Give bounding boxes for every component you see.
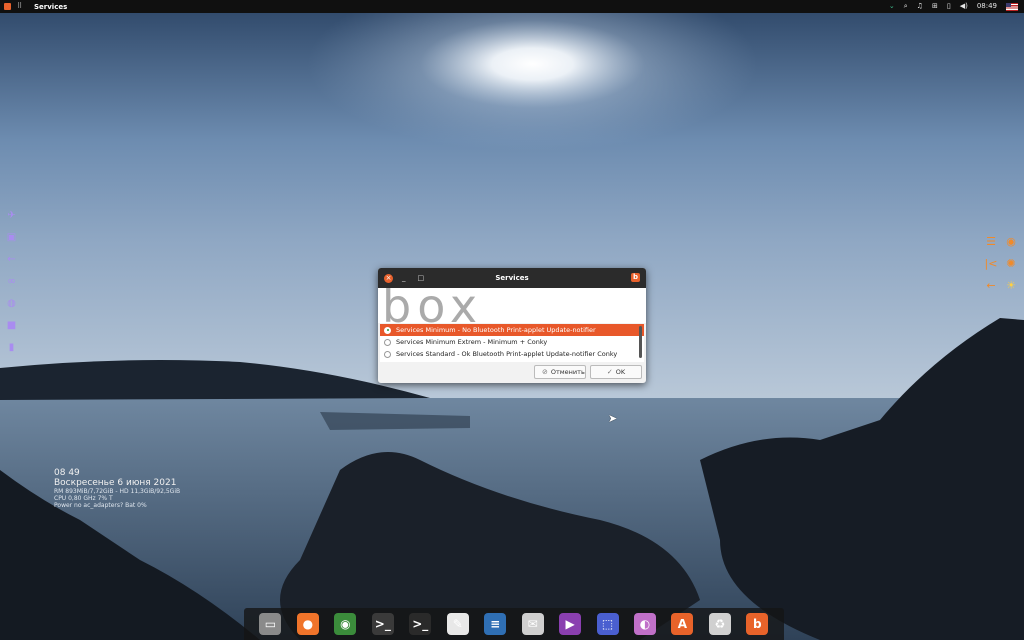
network-icon[interactable]: ⊞ <box>932 2 938 11</box>
cancel-label: Отменить <box>550 368 585 376</box>
list-scrollbar[interactable] <box>639 326 642 358</box>
dock-mail-icon[interactable]: ✉ <box>521 613 544 635</box>
gear-icon[interactable]: ✺ <box>1004 258 1018 270</box>
radio-button[interactable] <box>384 338 391 346</box>
weather-sun-icon[interactable]: ☀ <box>1004 280 1018 292</box>
list-item[interactable]: Services Minimum - No Bluetooth Print-ap… <box>380 324 644 336</box>
radio-button[interactable] <box>384 350 391 358</box>
airplane-icon[interactable]: ✈ <box>6 210 17 221</box>
maximize-icon[interactable]: □ <box>418 274 425 283</box>
radio-button[interactable] <box>384 326 391 334</box>
dock-trash-icon[interactable]: ♻ <box>708 613 731 635</box>
checkmark-icon: ✓ <box>606 368 613 376</box>
conky-date: Воскресенье 6 июня 2021 <box>54 478 177 488</box>
volume-icon[interactable]: ◀) <box>960 2 968 11</box>
option-label: Services Standard - Ok Bluetooth Print-a… <box>396 350 618 358</box>
dock-app-store-icon[interactable]: A <box>671 613 694 635</box>
globe-icon[interactable]: ◍ <box>6 298 17 309</box>
left-launcher: ✈ ▣ ← ∞ ◍ ■ ▮ <box>6 210 17 353</box>
close-icon[interactable]: × <box>384 273 393 283</box>
list-item[interactable]: Services Standard - Ok Bluetooth Print-a… <box>380 348 644 360</box>
dock-document-writer-icon[interactable]: ≡ <box>484 613 507 635</box>
conky-time: 08 49 <box>54 468 80 478</box>
conky-widget: 08 49 Воскресенье 6 июня 2021 RM 893MiB/… <box>54 468 180 509</box>
dock-media-player-icon[interactable]: ▶ <box>559 613 582 635</box>
arrow-left-icon[interactable]: ← <box>6 254 17 265</box>
right-launcher: ☰ ◉ |< ✺ ← ☀ <box>984 236 1018 292</box>
us-flag-icon[interactable] <box>1006 2 1018 11</box>
cancel-button[interactable]: ⊘ Отменить <box>534 365 586 379</box>
ok-label: OK <box>615 368 626 376</box>
dock-text-editor-icon[interactable]: ✎ <box>446 613 469 635</box>
eye-icon[interactable]: ◉ <box>1004 236 1018 248</box>
conky-ram: RM 893MiB/7,72GiB - HD 11,3GiB/92,5GiB <box>54 488 181 495</box>
conky-cpu: CPU 0,80 GHz 7% T <box>54 495 113 502</box>
window-icon[interactable]: ▣ <box>6 232 17 243</box>
app-logo-icon: b <box>631 273 640 282</box>
mouse-cursor-icon: ➤ <box>608 412 618 425</box>
dock-files-icon[interactable]: ▭ <box>259 613 282 635</box>
dock-terminal-alt-icon[interactable]: >_ <box>409 613 432 635</box>
chart-bars-icon[interactable]: ▮ <box>6 342 17 353</box>
dock-firefox-icon[interactable]: ● <box>296 613 319 635</box>
dialog-banner: box <box>378 288 646 323</box>
minimize-icon[interactable]: _ <box>402 274 406 283</box>
services-list[interactable]: Services Minimum - No Bluetooth Print-ap… <box>380 324 644 362</box>
notification-bell-icon[interactable]: ♫ <box>917 2 923 11</box>
dock-settings-toggle-icon[interactable]: ◐ <box>633 613 656 635</box>
dock-terminal-icon[interactable]: >_ <box>371 613 394 635</box>
arrow-left-icon[interactable]: ← <box>984 280 998 292</box>
option-label: Services Minimum - No Bluetooth Print-ap… <box>396 326 596 334</box>
services-dialog: × _ □ Services b box Services Minimum - … <box>378 268 646 383</box>
dialog-titlebar[interactable]: × _ □ Services b <box>378 268 646 288</box>
list-item[interactable]: Services Minimum Extrem - Minimum + Conk… <box>380 336 644 348</box>
ok-button[interactable]: ✓ OK <box>590 365 642 379</box>
banner-logo: box <box>382 288 484 323</box>
search-icon[interactable]: ⌕ <box>904 2 908 11</box>
active-window-title: Services <box>34 2 68 11</box>
menu-logo-icon[interactable] <box>4 3 11 10</box>
chevron-down-icon[interactable]: ⌄ <box>889 2 895 11</box>
option-label: Services Minimum Extrem - Minimum + Conk… <box>396 338 548 346</box>
apps-grid-icon[interactable]: ⠿ <box>17 3 24 10</box>
skip-back-icon[interactable]: |< <box>984 258 998 270</box>
dock: ▭ ● ◉ >_ >_ ✎ ≡ ✉ ▶ ⬚ ◐ A ♻ b <box>244 608 784 640</box>
dock-screenshot-icon[interactable]: ⬚ <box>596 613 619 635</box>
conky-power: Power no ac_adapters? Bat 0% <box>54 502 147 509</box>
top-panel: ⠿ Services ⌄ ⌕ ♫ ⊞ ▯ ◀) 08:49 <box>0 0 1024 13</box>
battery-icon[interactable]: ▯ <box>947 2 951 11</box>
dock-chrome-icon[interactable]: ◉ <box>334 613 357 635</box>
glasses-icon[interactable]: ∞ <box>6 276 17 287</box>
lock-icon[interactable]: ■ <box>6 320 17 331</box>
dock-bunsenlabs-icon[interactable]: b <box>746 613 769 635</box>
menu-lines-icon[interactable]: ☰ <box>984 236 998 248</box>
clock[interactable]: 08:49 <box>977 2 997 11</box>
cancel-icon: ⊘ <box>542 368 548 376</box>
